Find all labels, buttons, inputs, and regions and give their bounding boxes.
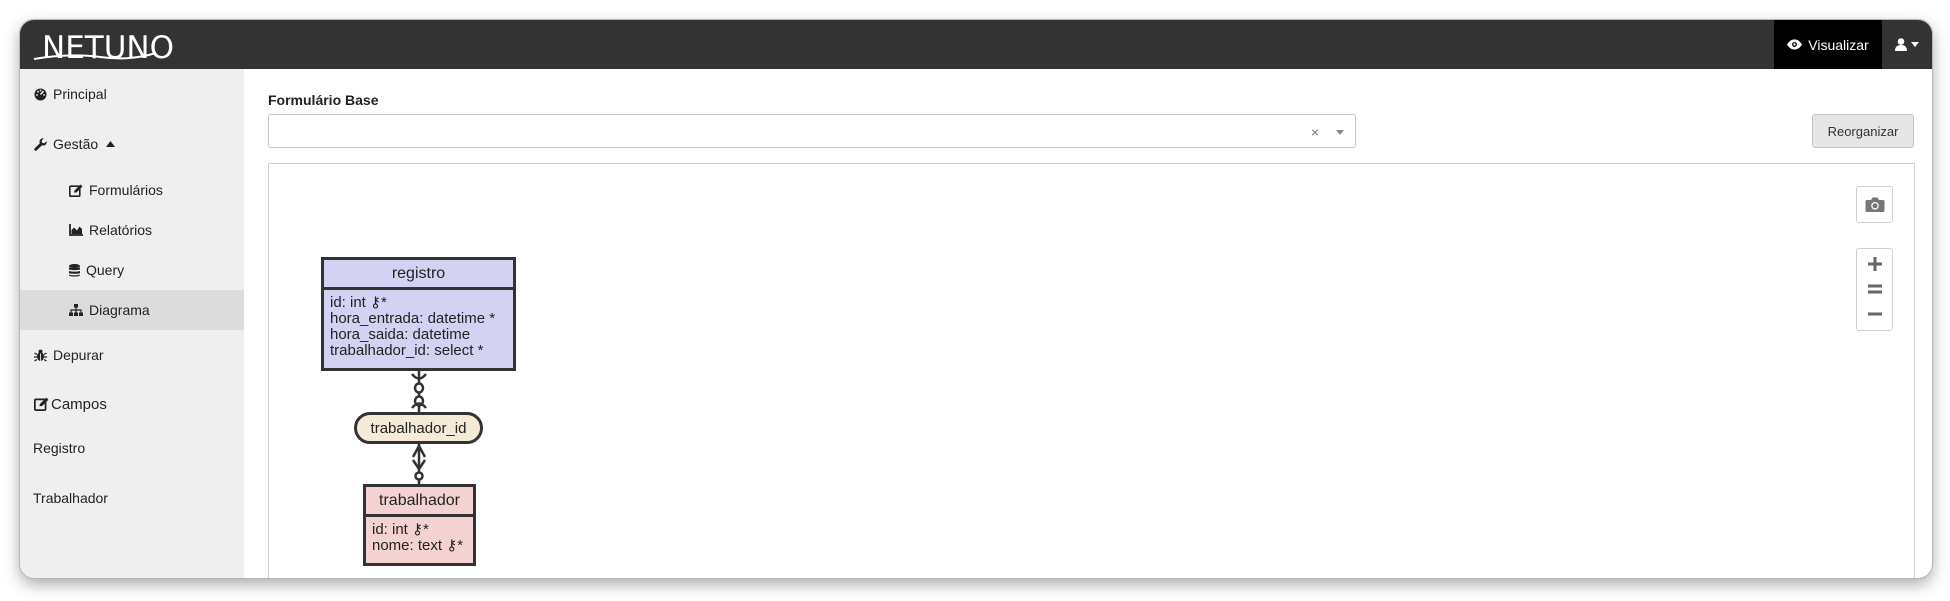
sidebar-item-label: Query (86, 262, 125, 278)
entity-fields: id: int ⚷* nome: text ⚷* (372, 521, 464, 554)
logo-wave (33, 52, 157, 60)
sidebar-item-label: Diagrama (89, 302, 150, 318)
reorganize-button[interactable]: Reorganizar (1812, 114, 1914, 148)
entity-title: trabalhador (366, 487, 473, 517)
equals-icon (1867, 284, 1882, 294)
zoom-controls (1856, 248, 1893, 331)
database-icon (69, 263, 80, 276)
zoom-out-button[interactable] (1857, 302, 1892, 326)
netuno-logo[interactable]: NETUNO (30, 23, 174, 66)
sidebar-item-label: Formulários (89, 182, 163, 198)
relationship-trabalhador-id[interactable]: trabalhador_id (354, 412, 483, 444)
entity-trabalhador[interactable]: trabalhador id: int ⚷* nome: text ⚷* (363, 484, 476, 566)
entity-registro[interactable]: registro id: int ⚷* hora_entrada: dateti… (321, 257, 516, 371)
sidebar-item-trabalhador[interactable]: Trabalhador (20, 478, 244, 518)
sidebar-item-label: Registro (33, 440, 86, 456)
diagram-canvas[interactable]: registro id: int ⚷* hora_entrada: dateti… (268, 163, 1915, 578)
sidebar-item-gestao[interactable]: Gestão (20, 124, 244, 164)
entity-fields: id: int ⚷* hora_entrada: datetime * hora… (330, 294, 496, 359)
entity-title: registro (324, 260, 513, 290)
sidebar-item-diagrama[interactable]: Diagrama (20, 290, 244, 330)
zoom-reset-button[interactable] (1857, 277, 1892, 301)
sidebar-item-campos[interactable]: Campos (20, 384, 244, 424)
minus-icon (1867, 312, 1882, 316)
wrench-icon (34, 137, 47, 151)
bug-icon (34, 349, 47, 362)
dropdown-arrow-icon[interactable] (1336, 130, 1344, 135)
sidebar-item-principal[interactable]: Principal (20, 74, 244, 114)
visualize-button[interactable]: Visualizar (1774, 20, 1882, 69)
camera-icon (1865, 197, 1884, 212)
app-window: NETUNO Visualizar Principal Gestão Formu… (20, 20, 1932, 578)
sidebar-item-query[interactable]: Query (20, 250, 244, 290)
clear-icon[interactable]: × (1311, 124, 1319, 140)
sidebar-item-label: Principal (53, 86, 107, 102)
main-content: Formulário Base × Reorganizar registro i… (244, 69, 1932, 578)
sidebar-item-depurar[interactable]: Depurar (20, 335, 244, 375)
zoom-in-button[interactable] (1857, 252, 1892, 276)
base-form-label: Formulário Base (268, 92, 379, 108)
sidebar-item-registro[interactable]: Registro (20, 428, 244, 468)
sidebar-item-label: Depurar (53, 347, 104, 363)
caret-up-icon (106, 141, 116, 147)
sidebar: Principal Gestão Formulários Relatórios (20, 69, 244, 578)
connector-rel-trabalhador (411, 443, 427, 484)
visualize-label: Visualizar (1808, 36, 1869, 53)
top-navbar: NETUNO Visualizar (20, 20, 1932, 69)
sidebar-item-label: Campos (51, 395, 107, 413)
user-icon (1895, 38, 1907, 51)
area-chart-icon (69, 224, 83, 236)
screenshot-button[interactable] (1856, 186, 1893, 223)
edit-icon (34, 397, 49, 411)
sidebar-item-label: Trabalhador (33, 490, 108, 506)
base-form-select[interactable]: × (268, 114, 1356, 148)
eye-icon (1787, 39, 1803, 50)
user-menu-button[interactable] (1882, 20, 1932, 69)
connector-registro-rel (411, 371, 427, 412)
edit-icon (69, 184, 83, 197)
sidebar-item-label: Gestão (53, 136, 99, 152)
sitemap-icon (69, 304, 83, 316)
plus-icon (1867, 257, 1882, 271)
caret-down-icon (1911, 42, 1919, 47)
sidebar-item-formularios[interactable]: Formulários (20, 170, 244, 210)
sidebar-item-relatorios[interactable]: Relatórios (20, 210, 244, 250)
sidebar-item-label: Relatórios (89, 222, 153, 238)
dashboard-icon (34, 88, 47, 100)
